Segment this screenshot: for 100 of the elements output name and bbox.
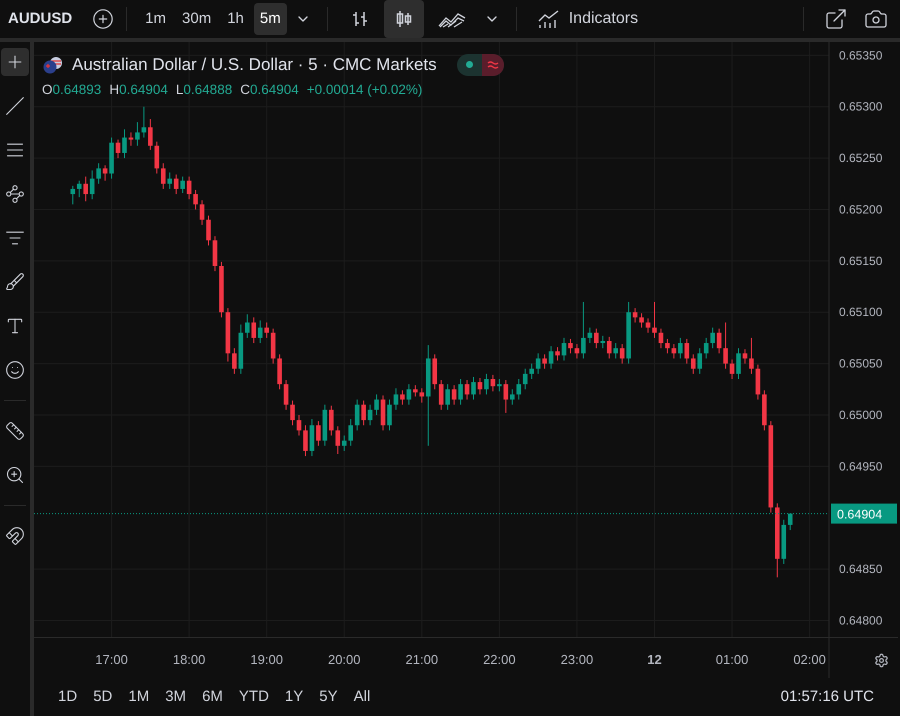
candlestick — [270, 328, 276, 364]
price-axis-label: 0.65250 — [839, 151, 882, 166]
candlestick — [102, 164, 108, 182]
add-symbol-icon[interactable] — [92, 8, 114, 30]
candlestick — [536, 352, 540, 374]
candlestick — [200, 200, 204, 226]
candlestick — [574, 344, 580, 359]
candlestick — [452, 384, 456, 406]
indicators-button[interactable]: Indicators — [528, 7, 646, 31]
price-axis-label: 0.65350 — [839, 48, 882, 62]
currency-flags-icon — [42, 56, 64, 74]
candlestick — [484, 373, 489, 395]
candlestick — [238, 324, 244, 374]
candlestick — [716, 328, 722, 354]
price-axis-label: 0.65100 — [839, 305, 882, 320]
time-axis-label: 12 — [647, 652, 662, 667]
symbol-name[interactable]: AUDUSD — [8, 8, 72, 30]
range-button[interactable]: 1D — [50, 686, 86, 708]
candlestick — [232, 348, 237, 374]
candlestick — [458, 378, 463, 406]
time-axis-label: 22:00 — [483, 652, 516, 667]
candlestick — [122, 128, 127, 159]
candlestick — [736, 348, 741, 380]
range-button[interactable]: 5Y — [311, 686, 346, 708]
candlestick — [290, 400, 295, 426]
candlestick — [380, 394, 386, 431]
price-axis-label: 0.64800 — [839, 613, 882, 628]
candlestick — [568, 338, 573, 354]
candlestick — [756, 364, 760, 400]
ohlc-value: C0.64904 — [240, 80, 299, 98]
range-button[interactable]: 6M — [194, 686, 231, 708]
brush-icon — [5, 272, 25, 292]
candlestick — [658, 328, 664, 349]
price-axis-label: 0.65150 — [839, 254, 882, 268]
range-button[interactable]: 5D — [85, 686, 120, 708]
time-axis-label: 17:00 — [95, 652, 128, 667]
price-axis-label: 0.64950 — [839, 459, 882, 474]
chart-type-button[interactable] — [384, 0, 424, 38]
candlestick — [96, 162, 101, 184]
candlestick — [445, 384, 450, 410]
candlestick — [406, 384, 412, 406]
interval-button[interactable]: 30m — [176, 3, 218, 35]
candlestick — [632, 308, 638, 323]
interval-button[interactable]: 5m — [254, 3, 287, 35]
candlestick — [310, 418, 314, 457]
candlestick — [354, 399, 360, 431]
candlestick — [471, 376, 476, 400]
candlestick — [710, 327, 715, 349]
external-link-icon[interactable] — [824, 7, 848, 31]
range-button[interactable]: All — [346, 686, 378, 708]
candlestick — [665, 338, 670, 354]
candlestick — [497, 378, 502, 392]
clock-time: 01:57:16 UTC — [780, 686, 875, 707]
candlestick — [749, 337, 754, 374]
interval-button[interactable]: 1m — [139, 3, 172, 35]
ohlc-value: L0.64888 — [176, 80, 232, 98]
candlestick — [206, 215, 211, 246]
candlestick — [212, 236, 218, 272]
candlestick — [142, 106, 146, 138]
ruler-icon — [5, 421, 25, 441]
range-button[interactable]: YTD — [230, 686, 277, 708]
candlestick — [361, 400, 366, 426]
candlestick — [639, 312, 644, 328]
candlestick — [730, 358, 734, 380]
candlestick — [303, 424, 308, 457]
candlestick — [148, 118, 153, 150]
settings-icon[interactable] — [874, 652, 888, 668]
range-button[interactable]: 1Y — [276, 686, 312, 708]
candlestick — [109, 137, 114, 180]
market-status-badge[interactable] — [456, 54, 504, 76]
price-axis-label: 0.65300 — [839, 100, 882, 114]
range-button[interactable]: 3M — [157, 686, 194, 708]
candlestick — [387, 399, 392, 431]
nodes-icon — [5, 184, 25, 204]
ref-line-label: 0.64904 — [837, 508, 882, 522]
candlestick — [742, 348, 748, 364]
range-button[interactable]: 1M — [120, 686, 158, 708]
price-axis-label: 0.65200 — [839, 202, 882, 216]
candlestick — [180, 176, 185, 194]
chart-title: Australian Dollar / U.S. Dollar · 5 · CMC Markets — [72, 54, 437, 76]
candlestick — [413, 384, 418, 397]
candlestick — [490, 374, 496, 392]
drawing-tool-button[interactable] — [1, 48, 29, 76]
candlestick — [723, 322, 728, 370]
indicators-icon — [536, 9, 561, 29]
candlestick — [678, 337, 683, 359]
candlestick — [277, 354, 282, 390]
candlestick — [368, 404, 372, 426]
interval-button[interactable]: 1h — [221, 3, 250, 35]
candlestick — [542, 354, 547, 370]
candlestick — [116, 139, 120, 159]
time-axis-label: 23:00 — [560, 652, 594, 667]
candlestick — [555, 346, 560, 362]
price-axis-label: 0.65050 — [839, 356, 882, 371]
candlestick — [284, 380, 288, 410]
candlestick — [226, 308, 230, 362]
candlestick — [374, 394, 379, 416]
candlestick — [626, 301, 631, 364]
price-axis-label: 0.65000 — [839, 408, 882, 422]
candlestick — [296, 414, 302, 436]
